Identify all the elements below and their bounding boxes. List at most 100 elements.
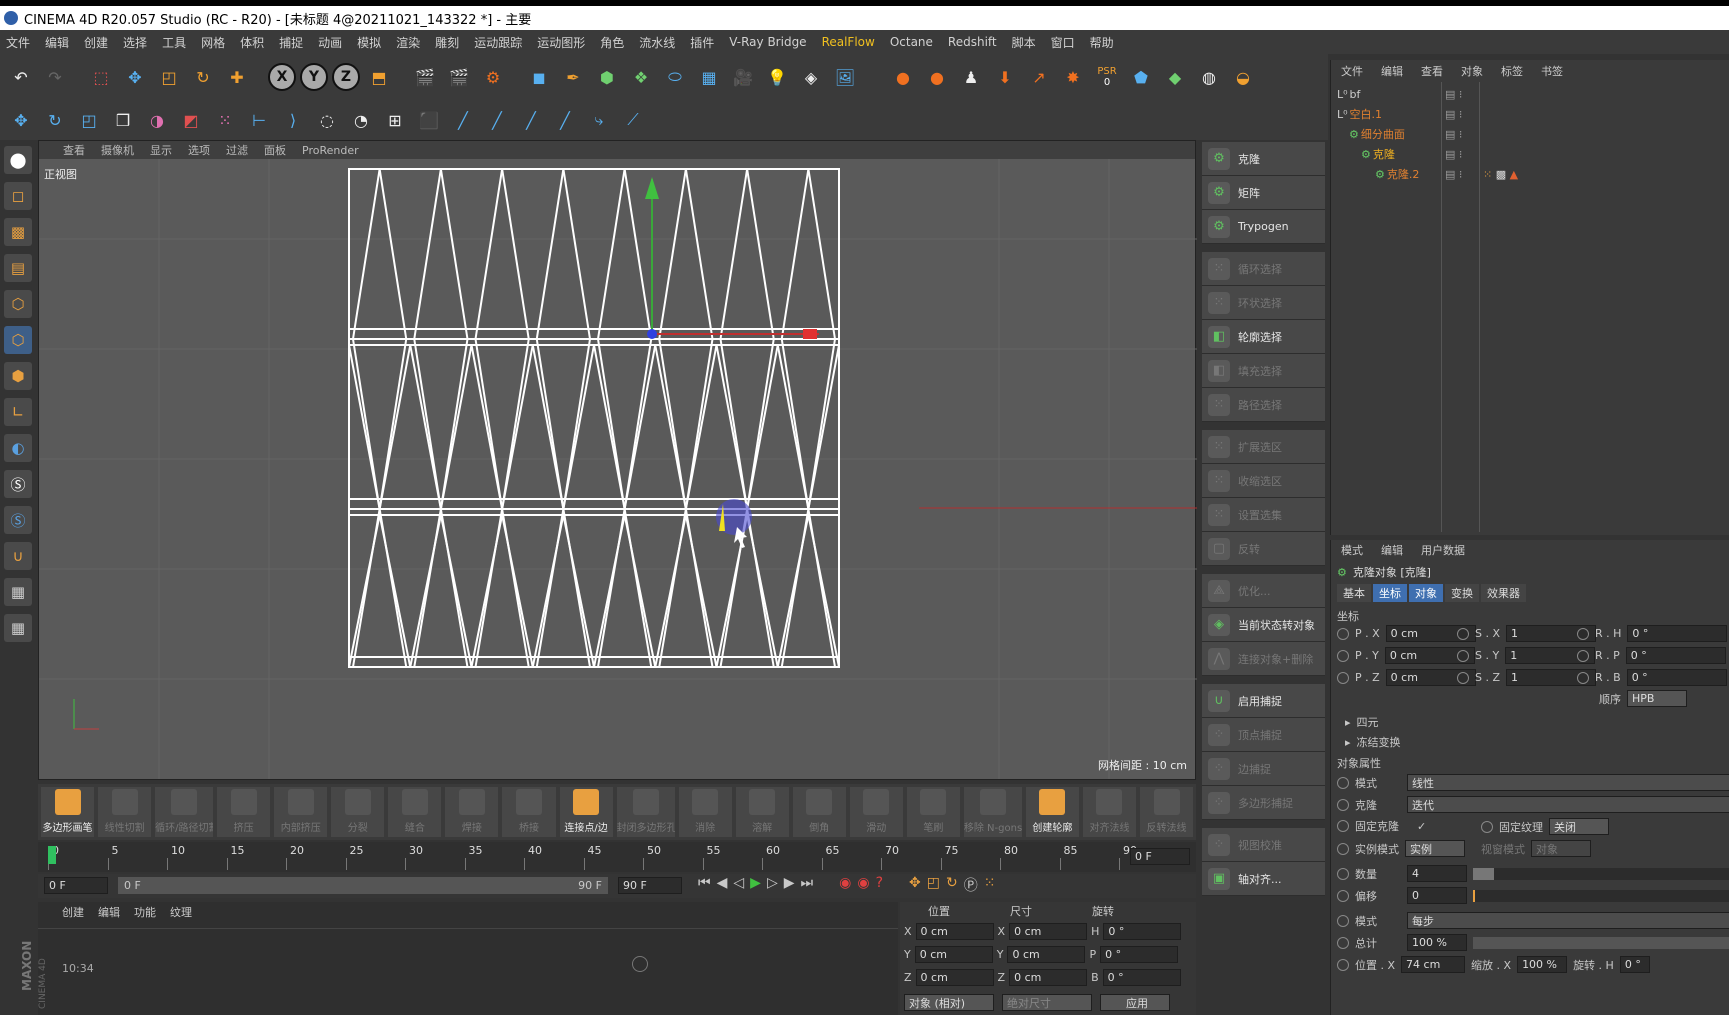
live-select-icon[interactable]: ⬚: [86, 62, 116, 92]
command-4[interactable]: ⁙ 环状选择: [1202, 286, 1325, 320]
command-14[interactable]: ⋀ 连接对象+删除: [1202, 642, 1325, 676]
half-sphere-icon[interactable]: ◑: [142, 105, 172, 135]
tool-14[interactable]: 滑动: [849, 787, 903, 837]
clone-select[interactable]: 迭代: [1407, 796, 1729, 813]
sz-radio[interactable]: [1457, 671, 1469, 684]
rh-radio[interactable]: [1577, 627, 1589, 640]
py-radio[interactable]: [1337, 649, 1349, 662]
posx-radio[interactable]: [1337, 958, 1349, 971]
objmgr-menu-item-2[interactable]: 查看: [1421, 63, 1443, 79]
viewport-menu-item-2[interactable]: 显示: [150, 142, 172, 158]
key-scale-icon[interactable]: ◰: [927, 875, 940, 895]
viewport-menu-item-3[interactable]: 选项: [188, 142, 210, 158]
objmgr-menu-item-0[interactable]: 文件: [1341, 63, 1363, 79]
timeline[interactable]: 051015202530354045505560657075808590 0 F: [38, 842, 1196, 872]
object-visibility-flags[interactable]: ▤ ⁝: [1445, 164, 1462, 184]
tab-transform[interactable]: 变换: [1445, 584, 1479, 602]
object-visibility-flags[interactable]: ▤ ⁝: [1445, 104, 1462, 124]
command-9[interactable]: ⁙ 收缩选区: [1202, 464, 1325, 498]
object-visibility-flags[interactable]: ▤ ⁝: [1445, 84, 1462, 104]
redo-icon[interactable]: ↷: [40, 62, 70, 92]
next-frame-icon[interactable]: ▷: [767, 875, 778, 895]
tool-4[interactable]: 内部挤压: [274, 787, 328, 837]
tool-13[interactable]: 倒角: [792, 787, 846, 837]
picture-viewer-icon[interactable]: 🖼: [830, 62, 860, 92]
knife-icon[interactable]: ⟋: [618, 105, 648, 135]
key-param-icon[interactable]: Ⓟ: [964, 875, 978, 895]
render-view-icon[interactable]: 🎬: [410, 62, 440, 92]
coord-value-field[interactable]: 0 cm: [915, 969, 994, 986]
play-icon[interactable]: ▶: [750, 875, 761, 895]
material-slider-knob[interactable]: [632, 956, 648, 972]
command-1[interactable]: ⚙ 矩阵: [1202, 176, 1325, 210]
command-18[interactable]: ⁘ 多边形捕捉: [1202, 786, 1325, 820]
solo-icon[interactable]: Ⓢ: [4, 470, 32, 498]
menu-item-6[interactable]: 体积: [240, 34, 264, 51]
tool-6[interactable]: 缝合: [388, 787, 442, 837]
command-7[interactable]: ⁙ 路径选择: [1202, 388, 1325, 422]
prev-frame-icon[interactable]: ◁: [733, 875, 744, 895]
axis-mode-icon[interactable]: ∟: [4, 398, 32, 426]
viewport-menu-item-5[interactable]: 面板: [264, 142, 286, 158]
fixclone-radio[interactable]: [1337, 820, 1349, 832]
rotate-tool-icon[interactable]: ↻: [40, 105, 70, 135]
wire-sphere-icon[interactable]: ◍: [1194, 62, 1224, 92]
menu-item-18[interactable]: RealFlow: [822, 35, 875, 49]
fixtex-select[interactable]: 关闭: [1549, 818, 1609, 835]
array-icon[interactable]: ❖: [626, 62, 656, 92]
coord-value-field[interactable]: 0 cm: [915, 923, 994, 940]
material-icon[interactable]: ◈: [796, 62, 826, 92]
menu-item-2[interactable]: 创建: [84, 34, 108, 51]
menu-item-16[interactable]: 插件: [690, 34, 714, 51]
start-frame-field[interactable]: 0 F: [44, 877, 108, 894]
polygons-mode-icon[interactable]: ⬢: [4, 362, 32, 390]
brush3-icon[interactable]: ╱: [516, 105, 546, 135]
posx-field[interactable]: 74 cm: [1401, 956, 1466, 973]
command-13[interactable]: ◈ 当前状态转对象: [1202, 608, 1325, 642]
command-20[interactable]: ▣ 轴对齐...: [1202, 862, 1325, 896]
diamond-icon[interactable]: ◆: [1160, 62, 1190, 92]
offset-radio[interactable]: [1337, 889, 1349, 902]
light-icon[interactable]: 💡: [762, 62, 792, 92]
fixclone-check[interactable]: ✓: [1417, 820, 1426, 833]
prev-key-icon[interactable]: ◀: [717, 875, 728, 895]
attr-menu-mode[interactable]: 模式: [1341, 542, 1363, 558]
rp-radio[interactable]: [1577, 649, 1589, 662]
rotx-field[interactable]: 0 °: [1619, 956, 1650, 973]
edges-mode-icon[interactable]: ⬡: [4, 326, 32, 354]
viewport-menu-item-4[interactable]: 过滤: [226, 142, 248, 158]
coord-value-field[interactable]: 0 cm: [1007, 946, 1086, 963]
material-menu-item-3[interactable]: 纹理: [170, 904, 192, 920]
coord-value-field[interactable]: 0 cm: [914, 946, 993, 963]
object-row[interactable]: ⚙ 克隆: [1361, 144, 1395, 164]
coord-value-field[interactable]: 0 cm: [1009, 969, 1088, 986]
coord-size-mode[interactable]: 绝对尺寸: [1002, 994, 1092, 1011]
tool-17[interactable]: 创建轮廓: [1025, 787, 1079, 837]
tool-11[interactable]: 消除: [678, 787, 732, 837]
scale-tool-icon[interactable]: ◰: [74, 105, 104, 135]
attr-menu-userdata[interactable]: 用户数据: [1421, 542, 1465, 558]
axis-x-button[interactable]: X: [268, 63, 296, 91]
freeze-group[interactable]: ▸ 冻结变换: [1345, 734, 1401, 750]
curve-icon[interactable]: ↗: [1024, 62, 1054, 92]
cube-icon[interactable]: ◼: [524, 62, 554, 92]
go-start-icon[interactable]: ⏮: [698, 875, 711, 895]
menu-item-5[interactable]: 网格: [201, 34, 225, 51]
snap-magnet-icon[interactable]: ∪: [4, 542, 32, 570]
lasso-icon[interactable]: ◌: [312, 105, 342, 135]
tool-10[interactable]: 封闭多边形孔洞: [616, 787, 675, 837]
mode-select[interactable]: 线性: [1407, 774, 1729, 791]
cubes-icon[interactable]: ❒: [108, 105, 138, 135]
command-10[interactable]: ⁙ 设置选集: [1202, 498, 1325, 532]
menu-item-7[interactable]: 捕捉: [279, 34, 303, 51]
tab-basic[interactable]: 基本: [1337, 584, 1371, 602]
clone-radio[interactable]: [1337, 798, 1349, 811]
command-17[interactable]: ⁘ 边捕捉: [1202, 752, 1325, 786]
instmode-select[interactable]: 实例: [1405, 840, 1465, 857]
lock-workplane-icon[interactable]: ▦: [4, 578, 32, 606]
command-8[interactable]: ⁙ 扩展选区: [1202, 430, 1325, 464]
render-picture-icon[interactable]: 🎬: [444, 62, 474, 92]
object-row[interactable]: L⁰ bf: [1337, 84, 1360, 104]
key-rot-icon[interactable]: ↻: [946, 875, 958, 895]
axis-z-button[interactable]: Z: [332, 63, 360, 91]
